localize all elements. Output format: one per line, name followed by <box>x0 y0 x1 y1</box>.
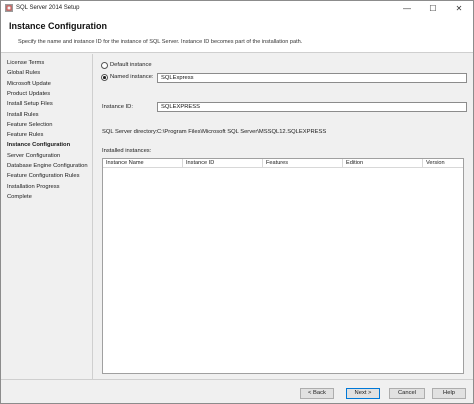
column-header-instance-name[interactable]: Instance Name <box>103 159 183 168</box>
sidebar-item-installation-progress[interactable]: Installation Progress <box>7 184 60 190</box>
maximize-button[interactable]: ☐ <box>420 1 446 15</box>
named-instance-radio[interactable] <box>101 74 108 81</box>
installed-instances-label: Installed instances: <box>102 148 152 154</box>
page-description: Specify the name and instance ID for the… <box>18 39 303 45</box>
help-button[interactable]: Help <box>432 388 466 399</box>
instance-config-panel: Default instance Named instance: SQLExpr… <box>94 54 473 379</box>
sidebar-item-license-terms[interactable]: License Terms <box>7 60 44 66</box>
sidebar-item-install-rules[interactable]: Install Rules <box>7 112 39 118</box>
sidebar-item-instance-configuration[interactable]: Instance Configuration <box>7 142 70 148</box>
page-header: Instance Configuration Specify the name … <box>1 15 473 53</box>
sidebar-item-complete[interactable]: Complete <box>7 194 32 200</box>
title-bar: SQL Server 2014 Setup — ☐ ✕ <box>1 1 473 15</box>
column-header-instance-id[interactable]: Instance ID <box>183 159 263 168</box>
sidebar-item-database-engine-configuration[interactable]: Database Engine Configuration <box>7 163 88 169</box>
sql-server-directory-value: C:\Program Files\Microsoft SQL Server\MS… <box>157 129 327 135</box>
instance-id-label: Instance ID: <box>102 104 133 110</box>
window-title: SQL Server 2014 Setup <box>16 5 80 11</box>
sidebar-item-microsoft-update[interactable]: Microsoft Update <box>7 81 51 87</box>
sidebar-item-product-updates[interactable]: Product Updates <box>7 91 50 97</box>
sidebar-item-server-configuration[interactable]: Server Configuration <box>7 153 60 159</box>
close-button[interactable]: ✕ <box>446 1 472 15</box>
table-header-row: Instance Name Instance ID Features Editi… <box>103 159 463 168</box>
sidebar-item-feature-rules[interactable]: Feature Rules <box>7 132 43 138</box>
installed-instances-table[interactable]: Instance Name Instance ID Features Editi… <box>102 158 464 374</box>
setup-window: SQL Server 2014 Setup — ☐ ✕ Instance Con… <box>0 0 474 404</box>
default-instance-label[interactable]: Default instance <box>110 62 152 68</box>
sidebar-item-global-rules[interactable]: Global Rules <box>7 70 40 76</box>
default-instance-radio[interactable] <box>101 62 108 69</box>
sidebar-item-feature-selection[interactable]: Feature Selection <box>7 122 52 128</box>
setup-steps-sidebar: License Terms Global Rules Microsoft Upd… <box>1 54 93 379</box>
sidebar-item-install-setup-files[interactable]: Install Setup Files <box>7 101 53 107</box>
minimize-button[interactable]: — <box>394 1 420 15</box>
named-instance-label[interactable]: Named instance: <box>110 74 154 80</box>
page-title: Instance Configuration <box>9 21 108 31</box>
named-instance-input[interactable]: SQLExpress <box>157 73 467 83</box>
column-header-features[interactable]: Features <box>263 159 343 168</box>
button-bar: < Back Next > Cancel Help <box>1 379 473 403</box>
cancel-button[interactable]: Cancel <box>389 388 425 399</box>
sql-server-app-icon <box>5 4 13 12</box>
next-button[interactable]: Next > <box>346 388 380 399</box>
back-button[interactable]: < Back <box>300 388 334 399</box>
column-header-version[interactable]: Version <box>423 159 463 168</box>
sql-server-directory-label: SQL Server directory: <box>102 129 158 135</box>
sidebar-item-feature-configuration-rules[interactable]: Feature Configuration Rules <box>7 173 80 179</box>
column-header-edition[interactable]: Edition <box>343 159 423 168</box>
instance-id-input[interactable]: SQLEXPRESS <box>157 102 467 112</box>
